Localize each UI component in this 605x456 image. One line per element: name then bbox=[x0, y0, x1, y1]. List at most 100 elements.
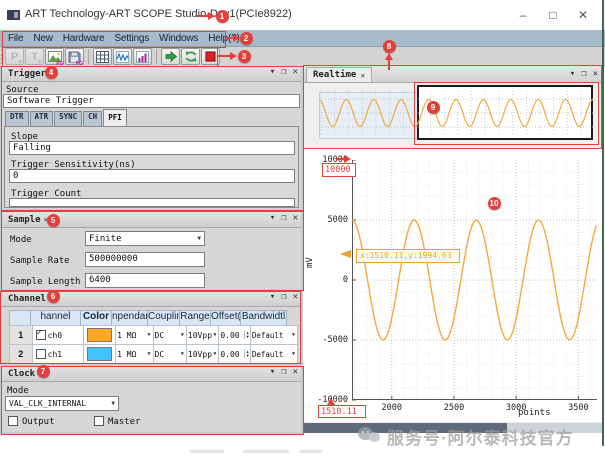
grid-view-button[interactable] bbox=[93, 48, 112, 65]
clock-mode-label: Mode bbox=[7, 386, 29, 396]
color-cell[interactable] bbox=[83, 325, 116, 345]
stop-icon bbox=[204, 50, 217, 63]
x-tick-label: 2000 bbox=[376, 403, 408, 413]
panel-tab-clock[interactable]: Clock ✕ bbox=[5, 367, 46, 380]
panel-menu-icon[interactable]: ▾ bbox=[270, 292, 275, 302]
color-swatch[interactable] bbox=[87, 328, 112, 342]
value: 1 MΩ bbox=[117, 350, 136, 359]
waveform-view-button[interactable] bbox=[113, 48, 132, 65]
menu-item-windows[interactable]: Windows bbox=[154, 33, 203, 44]
tab-close-icon[interactable]: ✕ bbox=[360, 71, 365, 80]
sensitivity-input[interactable]: 0 bbox=[9, 169, 295, 183]
tab-close-icon[interactable]: ✕ bbox=[49, 294, 54, 303]
channel-enable-cell[interactable]: ch1 bbox=[32, 344, 84, 364]
menu-item-help[interactable]: Help(?) bbox=[203, 33, 244, 44]
maximize-button[interactable]: □ bbox=[540, 6, 566, 24]
panel-float-icon[interactable]: ❐ bbox=[281, 213, 286, 223]
bar-chart-icon bbox=[136, 51, 149, 63]
panel-title: Sample bbox=[8, 215, 41, 225]
coupling-select[interactable]: DC▼ bbox=[153, 325, 187, 345]
panel-float-icon[interactable]: ❐ bbox=[581, 69, 586, 79]
bandwidth-select[interactable]: Default▼ bbox=[250, 344, 298, 364]
bandwidth-select[interactable]: Default▼ bbox=[250, 325, 298, 345]
column-header: Bandwidtl bbox=[240, 310, 287, 326]
panel-title: Trigger bbox=[8, 69, 46, 79]
add-t-button[interactable]: T+ bbox=[25, 48, 44, 65]
clock-mode-select[interactable]: VAL_CLK_INTERNAL ▼ bbox=[5, 396, 119, 411]
channel-row-ch1: 2ch11 MΩ▼DC▼10Vpp▼0.00▲▼Default▼ bbox=[10, 345, 298, 364]
output-checkbox[interactable] bbox=[8, 416, 18, 426]
channel-checkbox[interactable] bbox=[36, 349, 46, 359]
channel-name: ch1 bbox=[48, 350, 62, 359]
offset-spinner[interactable]: 0.00▲▼ bbox=[218, 325, 250, 345]
channel-enable-cell[interactable]: ✓ch0 bbox=[32, 325, 84, 345]
sample-length-input[interactable]: 6400 bbox=[85, 273, 205, 288]
panel-close-icon[interactable]: ✕ bbox=[293, 367, 298, 377]
color-swatch[interactable] bbox=[87, 347, 112, 361]
channel-checkbox[interactable]: ✓ bbox=[36, 330, 46, 340]
add-p-button[interactable]: P+ bbox=[5, 48, 24, 65]
panel-close-icon[interactable]: ✕ bbox=[293, 67, 298, 77]
panel-menu-icon[interactable]: ▾ bbox=[570, 69, 575, 79]
range-select[interactable]: 10Vpp▼ bbox=[186, 325, 219, 345]
menu-item-settings[interactable]: Settings bbox=[109, 33, 154, 44]
x-axis-label: points bbox=[518, 408, 551, 418]
continuous-run-button[interactable] bbox=[181, 48, 200, 65]
impedance-select[interactable]: 1 MΩ▼ bbox=[115, 325, 153, 345]
start-button[interactable] bbox=[161, 48, 180, 65]
tab-close-icon[interactable]: ✕ bbox=[49, 69, 54, 78]
minimize-button[interactable]: – bbox=[510, 6, 536, 24]
trigger-tab-atr[interactable]: ATR bbox=[30, 111, 54, 127]
sample-panel-header: Sample ✕ ▾ ❐ ✕ bbox=[2, 212, 301, 228]
chevron-down-icon: ▼ bbox=[181, 351, 185, 357]
panel-menu-icon[interactable]: ▾ bbox=[270, 67, 275, 77]
trigger-tab-dtr[interactable]: DTR bbox=[5, 111, 29, 127]
stop-button[interactable] bbox=[201, 48, 220, 65]
close-button[interactable]: ✕ bbox=[570, 6, 596, 24]
sample-mode-select[interactable]: Finite ▼ bbox=[85, 231, 205, 246]
chevron-down-icon: ▼ bbox=[111, 400, 115, 407]
range-select[interactable]: 10Vpp▼ bbox=[186, 344, 219, 364]
trigger-tab-pfi[interactable]: PFI bbox=[103, 109, 127, 127]
spectrum-view-button[interactable] bbox=[133, 48, 152, 65]
panel-menu-icon[interactable]: ▾ bbox=[270, 367, 275, 377]
y-cursor-readout: 10000 bbox=[322, 163, 356, 177]
panel-float-icon[interactable]: ❐ bbox=[281, 67, 286, 77]
panel-close-icon[interactable]: ✕ bbox=[293, 213, 298, 223]
panel-menu-icon[interactable]: ▾ bbox=[270, 213, 275, 223]
menu-item-hardware[interactable]: Hardware bbox=[58, 33, 110, 44]
panel-tab-trigger[interactable]: Trigger ✕ bbox=[5, 67, 57, 80]
coupling-select[interactable]: DC▼ bbox=[153, 344, 187, 364]
color-cell[interactable] bbox=[83, 344, 116, 364]
toolbar-buttons: P+T+PGPG bbox=[5, 47, 220, 66]
panel-float-icon[interactable]: ❐ bbox=[281, 292, 286, 302]
panel-float-icon[interactable]: ❐ bbox=[281, 367, 286, 377]
trigger-tab-ch[interactable]: CH bbox=[83, 111, 102, 127]
trigger-source-select[interactable]: Software Trigger bbox=[3, 94, 300, 108]
trigger-count-input[interactable] bbox=[9, 198, 295, 207]
slope-select[interactable]: Falling bbox=[9, 141, 295, 155]
sample-rate-input[interactable]: 500000000 bbox=[85, 252, 205, 267]
tab-close-icon[interactable]: ✕ bbox=[44, 215, 49, 224]
trigger-tab-sync[interactable]: SYNC bbox=[54, 111, 82, 127]
menu-item-new[interactable]: New bbox=[28, 33, 57, 44]
p-plus-icon: P+ bbox=[11, 51, 18, 63]
chevron-down-icon: ▼ bbox=[213, 351, 217, 357]
save-image-button[interactable]: PG bbox=[45, 48, 64, 65]
offset-spinner[interactable]: 0.00▲▼ bbox=[218, 344, 250, 364]
master-checkbox[interactable] bbox=[94, 416, 104, 426]
panel-close-icon[interactable]: ✕ bbox=[593, 69, 598, 79]
spinner-arrows-icon[interactable]: ▲▼ bbox=[244, 331, 248, 339]
chevron-down-icon: ▼ bbox=[213, 332, 217, 338]
menu-item-file[interactable]: File bbox=[3, 33, 28, 44]
save-record-button[interactable]: PG bbox=[65, 48, 84, 65]
spinner-arrows-icon[interactable]: ▲▼ bbox=[244, 350, 248, 358]
tab-close-icon[interactable]: ✕ bbox=[38, 369, 43, 378]
sample-mode-value: Finite bbox=[89, 234, 122, 244]
panel-tab-realtime[interactable]: Realtime ✕ bbox=[306, 67, 372, 82]
check-icon: ✓ bbox=[37, 328, 42, 338]
panel-tab-sample[interactable]: Sample ✕ bbox=[5, 213, 51, 226]
panel-tab-channel[interactable]: Channel ✕ bbox=[5, 292, 57, 305]
panel-close-icon[interactable]: ✕ bbox=[293, 292, 298, 302]
impedance-select[interactable]: 1 MΩ▼ bbox=[115, 344, 153, 364]
